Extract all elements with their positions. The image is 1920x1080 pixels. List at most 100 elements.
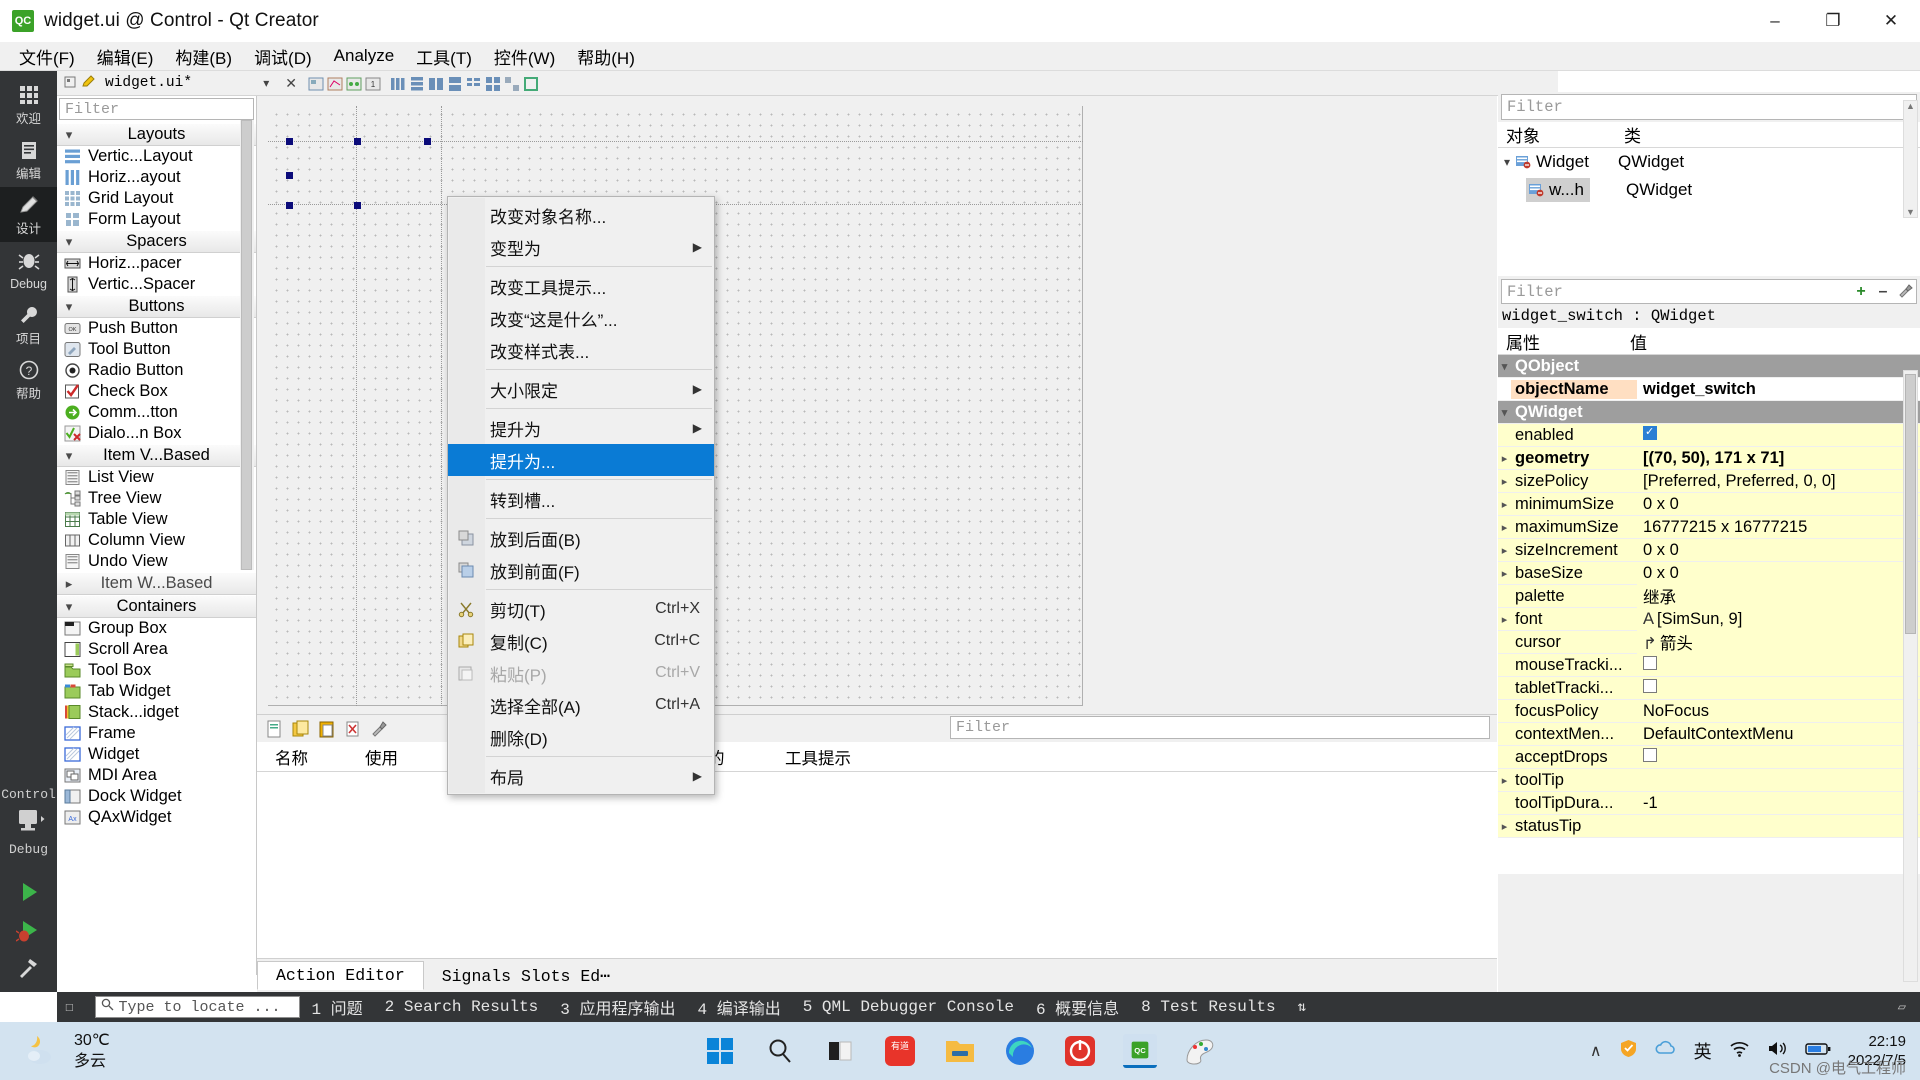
chevron-right-icon[interactable]: ▸ <box>1498 452 1511 465</box>
widget-group-item-w-based[interactable]: ▸ Item W...Based <box>57 572 256 595</box>
circle-app-icon[interactable] <box>1063 1034 1097 1068</box>
property-checkbox[interactable] <box>1643 678 1657 693</box>
layout-horizontally-icon[interactable] <box>389 75 405 91</box>
copy-action-icon[interactable] <box>291 719 311 739</box>
widget-item-widget[interactable]: Widget <box>57 744 256 765</box>
property-checkbox[interactable] <box>1643 655 1657 670</box>
widget-item-horiz-ayout[interactable]: Horiz...ayout <box>57 167 256 188</box>
chevron-right-icon[interactable]: ▸ <box>1498 521 1511 534</box>
widget-item-push-button[interactable]: OK Push Button <box>57 318 256 339</box>
layout-form-icon[interactable] <box>465 75 481 91</box>
qt-creator-taskbar-icon[interactable]: QC <box>1123 1034 1157 1068</box>
security-icon[interactable] <box>1619 1039 1638 1063</box>
youdao-app-icon[interactable]: 有道 <box>883 1034 917 1068</box>
menu-item-17[interactable]: 剪切(T) Ctrl+X <box>448 593 714 625</box>
resize-handle-bc[interactable] <box>354 202 361 209</box>
menu-item-18[interactable]: 复制(C) Ctrl+C <box>448 625 714 657</box>
widget-item-tool-button[interactable]: Tool Button <box>57 339 256 360</box>
widget-box-scrollbar[interactable] <box>240 120 254 570</box>
layout-splitter-h-icon[interactable] <box>427 75 443 91</box>
property-row-tooltipdura-[interactable]: toolTipDura... -1 <box>1498 792 1920 815</box>
mode-debug[interactable]: Debug <box>0 242 57 297</box>
paste-action-icon[interactable] <box>317 719 337 739</box>
object-inspector-tree[interactable]: ▾ Widget QWidget w...h QWidget <box>1498 148 1920 276</box>
layout-grid-icon[interactable] <box>484 75 500 91</box>
widget-item-radio-button[interactable]: Radio Button <box>57 360 256 381</box>
property-editor-scrollbar[interactable] <box>1903 370 1918 982</box>
resize-handle-ml[interactable] <box>286 172 293 179</box>
chevron-right-icon[interactable]: ▸ <box>57 576 81 592</box>
widget-item-comm-tton[interactable]: Comm...tton <box>57 402 256 423</box>
debug-run-button[interactable] <box>0 917 57 948</box>
property-row-objectname[interactable]: objectName widget_switch <box>1498 378 1920 401</box>
menu-window[interactable]: 控件(W) <box>483 41 566 72</box>
close-button[interactable]: ✕ <box>1862 0 1920 42</box>
tab-action-editor[interactable]: Action Editor <box>257 961 424 990</box>
property-row-palette[interactable]: palette 继承 <box>1498 584 1920 608</box>
break-layout-icon[interactable] <box>503 75 519 91</box>
edge-browser-icon[interactable] <box>1003 1034 1037 1068</box>
chevron-right-icon[interactable]: ▸ <box>1498 544 1511 557</box>
widget-group-buttons[interactable]: ▾ Buttons <box>57 295 256 318</box>
chevron-down-icon[interactable]: ▾ <box>57 448 81 464</box>
task-view-button[interactable] <box>823 1034 857 1068</box>
widget-item-qaxwidget[interactable]: Ax QAxWidget <box>57 807 256 828</box>
chevron-right-icon[interactable]: ▸ <box>1498 774 1511 787</box>
edit-tab-order-icon[interactable]: 1 <box>364 75 381 91</box>
chevron-down-icon[interactable]: ▾ <box>1498 360 1511 373</box>
property-checkbox[interactable] <box>1643 425 1657 440</box>
resize-handle-tl[interactable] <box>286 138 293 145</box>
menu-item-15[interactable]: 放到前面(F) <box>448 554 714 586</box>
widget-item-group-box[interactable]: Group Box <box>57 618 256 639</box>
maximize-output-icon[interactable]: ▱ <box>1898 999 1906 1016</box>
widget-item-scroll-area[interactable]: Scroll Area <box>57 639 256 660</box>
chevron-down-icon[interactable]: ▾ <box>1498 406 1511 419</box>
menu-item-21[interactable]: 删除(D) <box>448 721 714 753</box>
weather-widget[interactable]: 30℃ 多云 <box>24 1030 110 1073</box>
chevron-right-icon[interactable]: ▸ <box>1498 820 1511 833</box>
wifi-icon[interactable] <box>1729 1039 1750 1063</box>
resize-handle-tc[interactable] <box>354 138 361 145</box>
search-button[interactable] <box>763 1034 797 1068</box>
editor-close-button[interactable]: ✕ <box>279 75 303 92</box>
menu-item-7[interactable]: 大小限定 ▶ <box>448 373 714 405</box>
widget-group-item-v-based[interactable]: ▾ Item V...Based <box>57 444 256 467</box>
mode-welcome[interactable]: 欢迎 <box>0 77 57 132</box>
property-row-sizeincrement[interactable]: ▸ sizeIncrement 0 x 0 <box>1498 539 1920 562</box>
menu-item-0[interactable]: 改变对象名称... <box>448 199 714 231</box>
property-row-statustip[interactable]: ▸ statusTip <box>1498 815 1920 838</box>
widget-item-horiz-pacer[interactable]: Horiz...pacer <box>57 253 256 274</box>
output-pane-qml-debugger-console[interactable]: 5 QML Debugger Console <box>792 998 1025 1016</box>
widget-item-vertic-layout[interactable]: Vertic...Layout <box>57 146 256 167</box>
edit-widgets-icon[interactable] <box>307 75 324 91</box>
menu-edit[interactable]: 编辑(E) <box>86 41 165 72</box>
editor-dropdown-button[interactable]: ▾ <box>257 76 275 90</box>
chevron-right-icon[interactable]: ▸ <box>1498 613 1511 626</box>
menu-item-5[interactable]: 改变样式表... <box>448 334 714 366</box>
maximize-button[interactable]: ❐ <box>1804 0 1862 42</box>
menu-item-9[interactable]: 提升为 ▶ <box>448 412 714 444</box>
chevron-right-icon[interactable]: ▸ <box>1498 498 1511 511</box>
menu-item-12[interactable]: 转到槽... <box>448 483 714 515</box>
adjust-size-icon[interactable] <box>522 75 538 91</box>
widget-item-form-layout[interactable]: Form Layout <box>57 209 256 230</box>
output-pane-compile-output[interactable]: 4 编译输出 <box>687 995 792 1019</box>
menu-item-20[interactable]: 选择全部(A) Ctrl+A <box>448 689 714 721</box>
action-editor-filter[interactable]: Filter <box>950 716 1490 739</box>
widget-item-grid-layout[interactable]: Grid Layout <box>57 188 256 209</box>
output-pane-updown-icon[interactable]: ⇅ <box>1287 999 1317 1016</box>
widget-item-frame[interactable]: Frame <box>57 723 256 744</box>
widget-box-filter[interactable]: Filter <box>59 98 254 120</box>
tab-signals-slots-editor[interactable]: Signals Slots Ed⋯ <box>424 962 628 990</box>
property-row-mousetracki-[interactable]: mouseTracki... <box>1498 654 1920 677</box>
widget-item-dialo-n-box[interactable]: Dialo...n Box <box>57 423 256 444</box>
property-row-qobject[interactable]: ▾ QObject <box>1498 355 1920 378</box>
widget-item-column-view[interactable]: Column View <box>57 530 256 551</box>
minimize-button[interactable]: – <box>1746 0 1804 42</box>
chevron-down-icon[interactable]: ▾ <box>57 127 81 143</box>
object-row-child[interactable]: w...h QWidget <box>1498 176 1920 204</box>
output-pane-general-messages[interactable]: 6 概要信息 <box>1025 995 1130 1019</box>
property-row-acceptdrops[interactable]: acceptDrops <box>1498 746 1920 769</box>
chevron-right-icon[interactable]: ▸ <box>1498 475 1511 488</box>
minus-icon[interactable]: – <box>1872 280 1894 303</box>
